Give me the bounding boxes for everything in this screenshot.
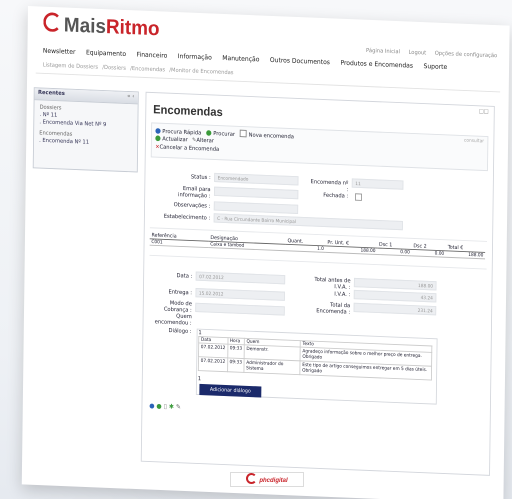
cancel-order-button[interactable]: Cancelar a Encomenda bbox=[160, 144, 220, 153]
dialog-time: 09:33 bbox=[227, 344, 245, 359]
breadcrumb-item[interactable]: /Encomendas bbox=[130, 65, 165, 73]
recent-panel: Recentes « ‹ Dossiers . Nº 11 . Encomenda… bbox=[32, 87, 139, 173]
email-label: Email para informação : bbox=[178, 185, 211, 200]
estab-label: Estabelecimento : bbox=[163, 213, 211, 222]
brand-name-1: Mais bbox=[63, 12, 107, 38]
subtotal-field: 188.00 bbox=[353, 277, 437, 291]
vat-field: 43.24 bbox=[353, 289, 437, 303]
recent-encomendas: Encomendas . Encomenda Nº 11 bbox=[34, 126, 137, 149]
nav-outros[interactable]: Outros Documentos bbox=[270, 56, 330, 66]
obs-label: Observações : bbox=[173, 201, 211, 210]
footer-logo: phcdigital bbox=[230, 472, 304, 487]
new-order-icon bbox=[240, 129, 248, 138]
pencil-icon[interactable]: ✎ bbox=[176, 403, 181, 411]
ordered-by-label: Quem encomendou : bbox=[154, 313, 192, 327]
dialog-who: Administrador do Sistema bbox=[243, 358, 301, 375]
window-control-icon[interactable]: □□ bbox=[479, 108, 489, 115]
update-button[interactable]: Actualizar bbox=[162, 136, 188, 143]
main-panel: Encomendas □□ consultar Procura Rápida P… bbox=[140, 91, 495, 476]
gear-icon[interactable]: ✱ bbox=[169, 403, 174, 411]
toolbar-row-3: ✕Cancelar a Encomenda bbox=[155, 144, 219, 153]
estab-field[interactable]: C - Rua Circundante Bairro Municipal bbox=[213, 213, 403, 231]
breadcrumb-item[interactable]: Listagem de Dossiers bbox=[43, 62, 98, 71]
cell-price: 188.00 bbox=[325, 245, 378, 255]
date-field[interactable]: 07.02.2012 bbox=[195, 271, 286, 285]
refresh-icon bbox=[155, 135, 161, 142]
document-icon[interactable]: ▯ bbox=[164, 403, 167, 410]
dialog-label: Diálogo : bbox=[168, 327, 192, 335]
home-link[interactable]: Página Inicial bbox=[366, 47, 400, 55]
refresh-icon[interactable]: ● bbox=[149, 402, 154, 410]
nav-manutencao[interactable]: Manutenção bbox=[222, 54, 259, 63]
bottom-toolbar: ● ● ▯ ✱ ✎ bbox=[149, 402, 181, 411]
toolbar: consultar Procura Rápida Procurar Nova e… bbox=[150, 122, 489, 172]
date-label: Data : bbox=[176, 272, 193, 280]
email-field[interactable] bbox=[213, 186, 299, 200]
delivery-label: Entrega : bbox=[168, 288, 193, 297]
closed-label: Fechada : bbox=[323, 191, 349, 200]
cell-dsc1: 0.00 bbox=[377, 248, 412, 256]
delivery-field[interactable]: 15.02.2012 bbox=[195, 288, 285, 301]
search-icon bbox=[206, 130, 212, 136]
dialog-time: 09:33 bbox=[227, 357, 245, 373]
nav-suporte[interactable]: Suporte bbox=[423, 63, 447, 71]
status-label: Status : bbox=[190, 173, 211, 181]
recent-dossiers: Dossiers . Nº 11 . Encomenda Via Net Nº … bbox=[34, 100, 138, 130]
search-icon[interactable]: ● bbox=[156, 402, 161, 410]
quick-search-icon bbox=[155, 128, 161, 134]
new-order-button[interactable]: Nova encomenda bbox=[249, 132, 294, 140]
status-field[interactable]: Encomendado bbox=[214, 172, 299, 186]
toolbar-row-2: Actualizar ✎Alterar bbox=[155, 135, 214, 144]
payment-field[interactable] bbox=[195, 302, 285, 316]
breadcrumb-item[interactable]: /Monitor de Encomendas bbox=[169, 67, 233, 76]
toolbar-hint: consultar bbox=[463, 137, 485, 145]
brand-logo[interactable]: MaisRitmo bbox=[43, 12, 160, 41]
vat-label: I.V.A. : bbox=[334, 290, 351, 299]
logo-hook-icon bbox=[43, 12, 62, 33]
order-number-field: 11 bbox=[351, 178, 404, 190]
dialog-footer-count: 1 bbox=[197, 375, 202, 383]
cell-dsc2: 0.00 bbox=[411, 249, 446, 258]
brand-name-2: Ritmo bbox=[105, 14, 160, 40]
footer-logo-text: phcdigital bbox=[259, 478, 288, 484]
collapse-icon[interactable]: « ‹ bbox=[127, 93, 134, 100]
nav-produtos[interactable]: Produtos e Encomendas bbox=[340, 59, 413, 69]
search-button[interactable]: Procurar bbox=[213, 130, 235, 137]
add-dialog-button[interactable]: Adicionar diálogo bbox=[199, 383, 262, 398]
nav-equipamento[interactable]: Equipamento bbox=[86, 49, 126, 58]
total-field: 231.24 bbox=[353, 302, 437, 316]
dialog-date: 07.02.2012 bbox=[198, 356, 228, 372]
settings-link[interactable]: Opções de configuração bbox=[435, 50, 498, 59]
closed-checkbox[interactable] bbox=[355, 193, 362, 201]
cell-total: 188.00 bbox=[445, 250, 486, 259]
page-title: Encomendas bbox=[153, 102, 223, 119]
edit-button[interactable]: Alterar bbox=[196, 137, 214, 144]
cell-ref: C001 bbox=[149, 238, 209, 248]
obs-field[interactable] bbox=[213, 201, 299, 214]
cell-qty: 1.0 bbox=[285, 244, 326, 253]
app-window: MaisRitmo Página Inicial Logout Opções d… bbox=[21, 6, 510, 499]
subtotal-label: Total antes de I.V.A. : bbox=[314, 276, 351, 291]
recent-title: Recentes bbox=[38, 89, 65, 97]
nav-informacao[interactable]: Informação bbox=[178, 53, 212, 62]
nav-newsletter[interactable]: Newsletter bbox=[43, 47, 76, 56]
logout-link[interactable]: Logout bbox=[408, 49, 426, 56]
top-links: Página Inicial Logout Opções de configur… bbox=[359, 47, 497, 59]
total-label: Total da Encomenda : bbox=[316, 301, 351, 316]
dialog-date: 07.02.2012 bbox=[198, 342, 228, 358]
breadcrumb-item[interactable]: /Dossiers bbox=[102, 64, 126, 71]
phc-logo-icon bbox=[246, 473, 258, 484]
stage: MaisRitmo Página Inicial Logout Opções d… bbox=[0, 0, 512, 499]
items-table: Referência Designação Quant. Pr. Unt. € … bbox=[149, 232, 486, 260]
nav-financeiro[interactable]: Financeiro bbox=[137, 51, 168, 60]
